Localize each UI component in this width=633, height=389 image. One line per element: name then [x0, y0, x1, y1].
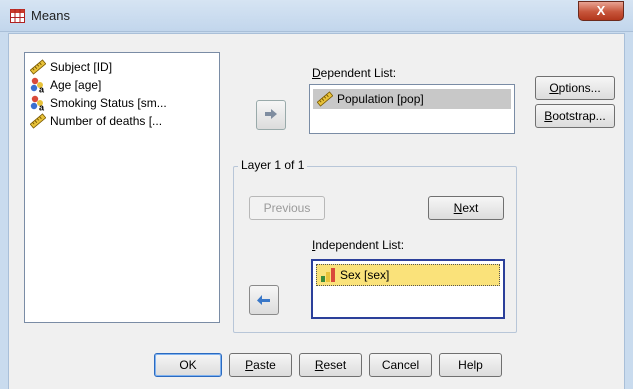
- help-button[interactable]: Help: [439, 353, 502, 377]
- list-item-content: Sex [sex]: [320, 266, 389, 284]
- ruler-scale-icon: [316, 91, 334, 107]
- title-bar: Means X: [0, 0, 633, 32]
- list-item[interactable]: a Smoking Status [sm...: [30, 94, 167, 113]
- layer-legend: Layer 1 of 1: [238, 158, 308, 172]
- independent-list-label: Independent List:: [312, 238, 405, 252]
- list-item-label: Population [pop]: [337, 92, 424, 106]
- nominal-variable-icon: a: [30, 77, 46, 95]
- cancel-button[interactable]: Cancel: [369, 353, 432, 377]
- spss-table-icon: [10, 9, 25, 23]
- independent-list[interactable]: Sex [sex]: [311, 259, 505, 319]
- list-item[interactable]: Population [pop]: [313, 89, 511, 109]
- move-to-dependent-button[interactable]: [256, 100, 286, 130]
- ruler-scale-icon: [29, 113, 47, 129]
- paste-button[interactable]: Paste: [229, 353, 292, 377]
- list-item-label: Subject [ID]: [50, 60, 113, 74]
- close-button[interactable]: X: [578, 1, 624, 21]
- list-item-label: Sex [sex]: [340, 268, 390, 282]
- window-title: Means: [31, 8, 71, 23]
- svg-text:a: a: [39, 85, 45, 94]
- window-frame-left: [0, 33, 8, 389]
- bootstrap-button[interactable]: Bootstrap...: [535, 104, 615, 128]
- list-item[interactable]: a Age [age]: [30, 76, 102, 95]
- close-icon: X: [596, 3, 606, 18]
- dependent-list-label: Dependent List:: [312, 66, 397, 80]
- window-frame-right: [625, 33, 633, 389]
- list-item-content: Population [pop]: [316, 90, 424, 108]
- list-item[interactable]: Number of deaths [...: [29, 112, 163, 130]
- dependent-list[interactable]: Population [pop]: [309, 84, 515, 134]
- list-item-label: Smoking Status [sm...: [50, 96, 167, 110]
- ruler-scale-icon: [29, 59, 47, 75]
- arrow-right-icon: [264, 108, 278, 123]
- list-item-label: Age [age]: [50, 78, 102, 92]
- list-item[interactable]: Subject [ID]: [29, 58, 113, 76]
- previous-button[interactable]: Previous: [249, 196, 325, 220]
- ok-button[interactable]: OK: [154, 353, 222, 377]
- svg-text:a: a: [39, 103, 45, 112]
- options-button[interactable]: Options...: [535, 76, 615, 100]
- next-button[interactable]: Next: [428, 196, 504, 220]
- list-item-label: Number of deaths [...: [50, 114, 163, 128]
- bar-chart-variable-icon: [320, 267, 336, 283]
- arrow-return-icon: [256, 292, 272, 309]
- list-item[interactable]: Sex [sex]: [316, 264, 500, 286]
- reset-button[interactable]: Reset: [299, 353, 362, 377]
- move-to-independent-button[interactable]: [249, 285, 279, 315]
- nominal-variable-icon: a: [30, 95, 46, 113]
- source-variable-list[interactable]: Subject [ID] a Age [age] a Smoking Statu…: [24, 52, 220, 323]
